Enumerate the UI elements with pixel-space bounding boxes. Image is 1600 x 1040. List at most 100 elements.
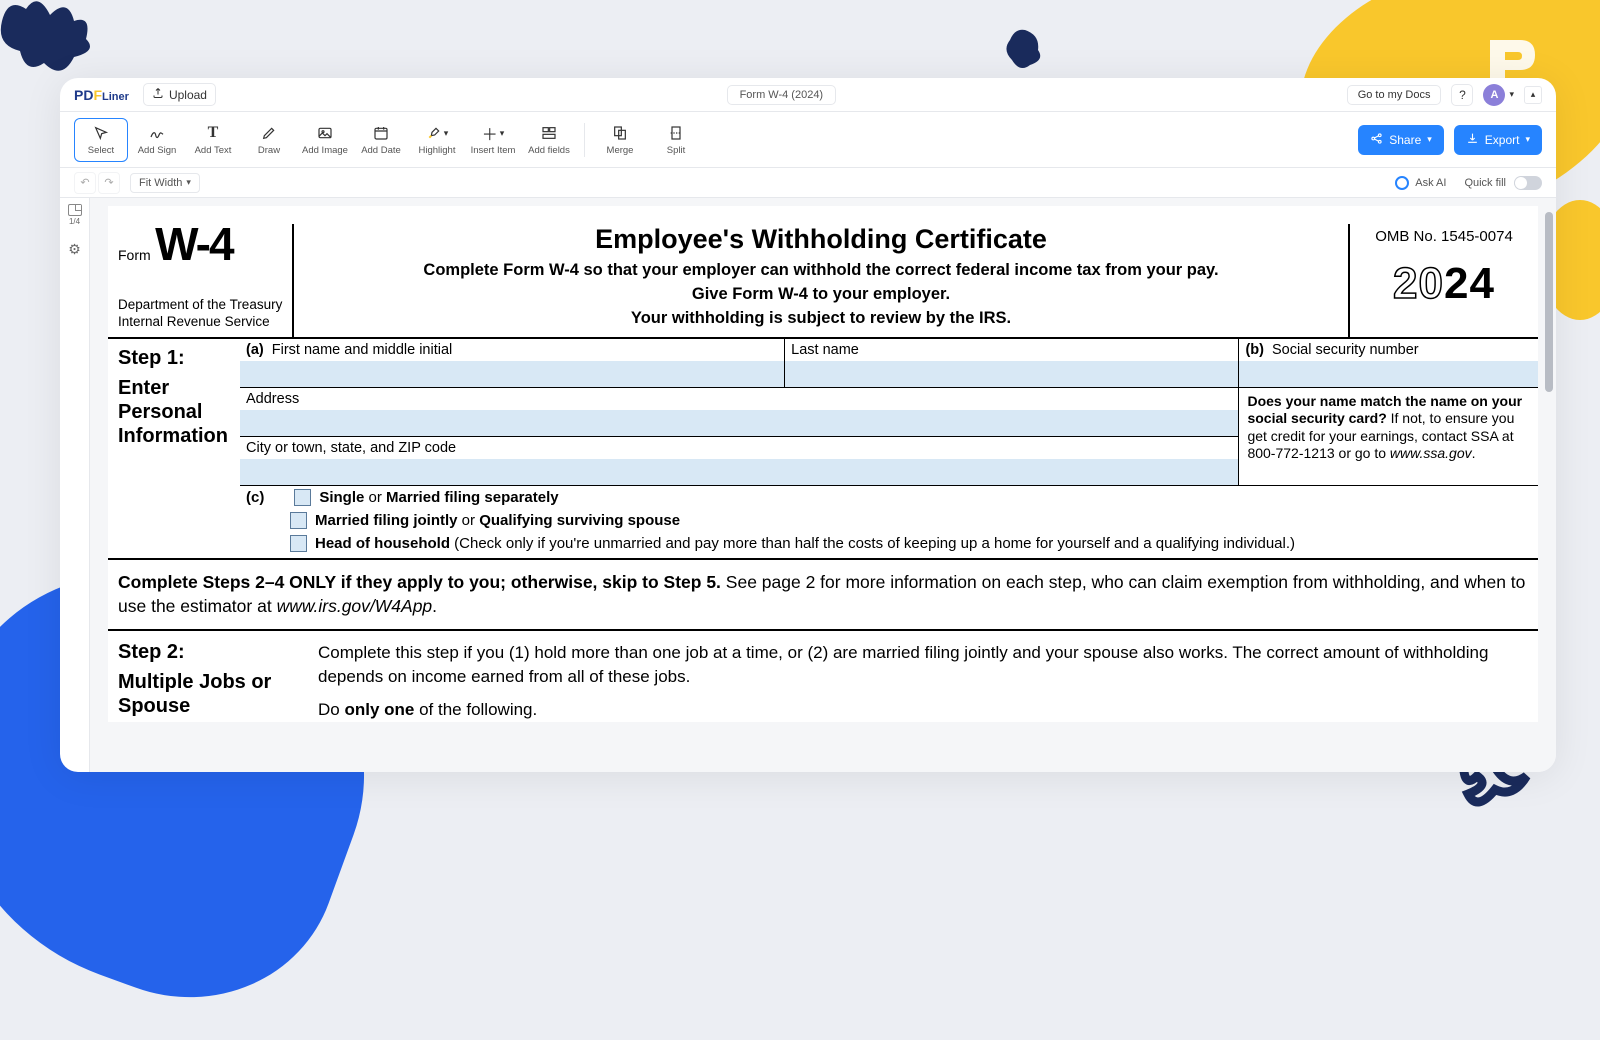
do-c: of the following.: [414, 700, 537, 719]
share-button[interactable]: Share ▾: [1358, 125, 1444, 155]
cell-address: Address City or town, state, and ZIP cod…: [240, 388, 1239, 485]
tool-merge-label: Merge: [607, 145, 634, 156]
tool-add-sign[interactable]: Add Sign: [130, 118, 184, 162]
tool-draw-label: Draw: [258, 145, 280, 156]
city-label: City or town, state, and ZIP code: [240, 436, 1238, 459]
c3a: Head of household: [315, 535, 450, 552]
first-name-field[interactable]: [240, 361, 784, 387]
avatar: A: [1483, 84, 1505, 106]
logo-p: P: [74, 87, 83, 103]
zoom-label: Fit Width: [139, 177, 182, 189]
tool-select-label: Select: [88, 145, 114, 156]
ask-ai-label: Ask AI: [1415, 177, 1446, 189]
address-label: Address: [240, 388, 1238, 410]
c2a: Married filing jointly: [315, 512, 458, 529]
label-b: (b): [1245, 342, 1264, 358]
tool-split[interactable]: Split: [649, 118, 703, 162]
account-menu-button[interactable]: A ▾: [1483, 84, 1514, 106]
export-button[interactable]: Export ▾: [1454, 125, 1542, 155]
subbar: ↶ ↷ Fit Width ▾ Ask AI Quick fill: [60, 168, 1556, 198]
year-20: 20: [1393, 259, 1444, 308]
tool-draw[interactable]: Draw: [242, 118, 296, 162]
row-filing-status: (c) Single or Married filing separately …: [240, 486, 1538, 558]
scroll-thumb[interactable]: [1545, 212, 1553, 392]
document-area[interactable]: Form W-4 Department of the Treasury Inte…: [90, 198, 1556, 772]
window-settings-button[interactable]: ▴: [1524, 86, 1542, 104]
do-b: only one: [344, 700, 414, 719]
c1c: Married filing separately: [386, 489, 559, 506]
vertical-scrollbar[interactable]: [1544, 202, 1554, 768]
ask-ai-button[interactable]: Ask AI: [1395, 176, 1446, 190]
zoom-select[interactable]: Fit Width ▾: [130, 173, 200, 193]
undo-button[interactable]: ↶: [74, 172, 96, 194]
label-a: (a): [246, 342, 264, 358]
logo-d: D: [83, 87, 93, 103]
highlighter-icon: ▾: [426, 123, 449, 143]
step-2-label: Step 2: Multiple Jobs or Spouse: [118, 641, 318, 722]
pages-panel-button[interactable]: 1/4: [64, 204, 86, 226]
dept-line-2: Internal Revenue Service: [118, 314, 288, 331]
tool-add-image[interactable]: Add Image: [298, 118, 352, 162]
c1a: Single: [319, 489, 364, 506]
share-icon: [1370, 132, 1383, 148]
checkbox-single: (c) Single or Married filing separately: [240, 486, 1538, 509]
instr-url: www.irs.gov/W4App: [277, 596, 433, 616]
c2c: Qualifying surviving spouse: [479, 512, 680, 529]
step-2-desc: Complete this step if you (1) hold more …: [318, 641, 1528, 689]
first-name-label: First name and middle initial: [272, 342, 453, 358]
redo-button[interactable]: ↷: [98, 172, 120, 194]
step-2-do-one: Do only one of the following.: [318, 698, 1528, 722]
step-2: Step 2: Multiple Jobs or Spouse Complete…: [108, 631, 1538, 722]
row-name-ssn: (a)First name and middle initial Last na…: [240, 339, 1538, 388]
step-1-label: Step 1: Enter Personal Information: [108, 339, 240, 558]
chevron-down-icon: ▾: [186, 177, 191, 188]
chevron-down-icon: ▾: [1509, 89, 1514, 100]
tool-merge[interactable]: Merge: [593, 118, 647, 162]
form-header: Form W-4 Department of the Treasury Inte…: [108, 224, 1538, 339]
city-field[interactable]: [240, 459, 1238, 485]
tool-add-text[interactable]: T Add Text: [186, 118, 240, 162]
form-header-right: OMB No. 1545-0074 2024: [1348, 224, 1538, 337]
step-1-num: Step 1:: [118, 347, 236, 370]
tool-add-date[interactable]: Add Date: [354, 118, 408, 162]
tool-insert-item[interactable]: ＋▾ Insert Item: [466, 118, 520, 162]
do-a: Do: [318, 700, 344, 719]
app-logo[interactable]: PDFLiner: [74, 87, 129, 103]
checkbox-hoh-box[interactable]: [290, 535, 307, 552]
subbar-right: Ask AI Quick fill: [1395, 176, 1542, 190]
settings-rail-button[interactable]: ⚙: [64, 238, 86, 260]
tool-select[interactable]: Select: [74, 118, 128, 162]
page-count: 1/4: [69, 217, 80, 226]
label-c: (c): [246, 489, 264, 506]
tool-text-label: Add Text: [195, 145, 232, 156]
address-field[interactable]: [240, 410, 1238, 436]
checkbox-single-box[interactable]: [294, 489, 311, 506]
quick-fill-toggle[interactable]: Quick fill: [1464, 176, 1542, 190]
tool-group-doc: Merge Split: [593, 118, 703, 162]
step-1: Step 1: Enter Personal Information (a) Fi…: [108, 339, 1538, 560]
toggle-switch: [1514, 176, 1542, 190]
form-header-left: Form W-4 Department of the Treasury Inte…: [108, 224, 294, 337]
ssn-field[interactable]: [1239, 361, 1538, 387]
ssn-label: Social security number: [1272, 342, 1419, 358]
help-button[interactable]: ?: [1451, 84, 1473, 106]
tool-highlight[interactable]: ▾ Highlight: [410, 118, 464, 162]
upload-button[interactable]: Upload: [143, 83, 216, 106]
sub-line-2: Give Form W-4 to your employer.: [304, 283, 1338, 307]
checkbox-married-box[interactable]: [290, 512, 307, 529]
page-icon: [68, 204, 82, 216]
export-label: Export: [1485, 133, 1520, 147]
gear-icon: ⚙: [68, 241, 81, 258]
c1b: or: [364, 489, 386, 506]
upload-label: Upload: [169, 88, 207, 102]
tool-add-fields[interactable]: Add fields: [522, 118, 576, 162]
toolbar-right: Share ▾ Export ▾: [1358, 125, 1542, 155]
document-title[interactable]: Form W-4 (2024): [727, 85, 837, 105]
name-match-url: www.ssa.gov: [1390, 445, 1472, 461]
logo-rest: Liner: [102, 91, 129, 103]
fields-icon: [541, 123, 557, 143]
goto-docs-button[interactable]: Go to my Docs: [1347, 85, 1442, 105]
sub-line-1: Complete Form W-4 so that your employer …: [304, 259, 1338, 283]
step-1-name: Enter Personal Information: [118, 376, 236, 448]
last-name-field[interactable]: [785, 361, 1238, 387]
